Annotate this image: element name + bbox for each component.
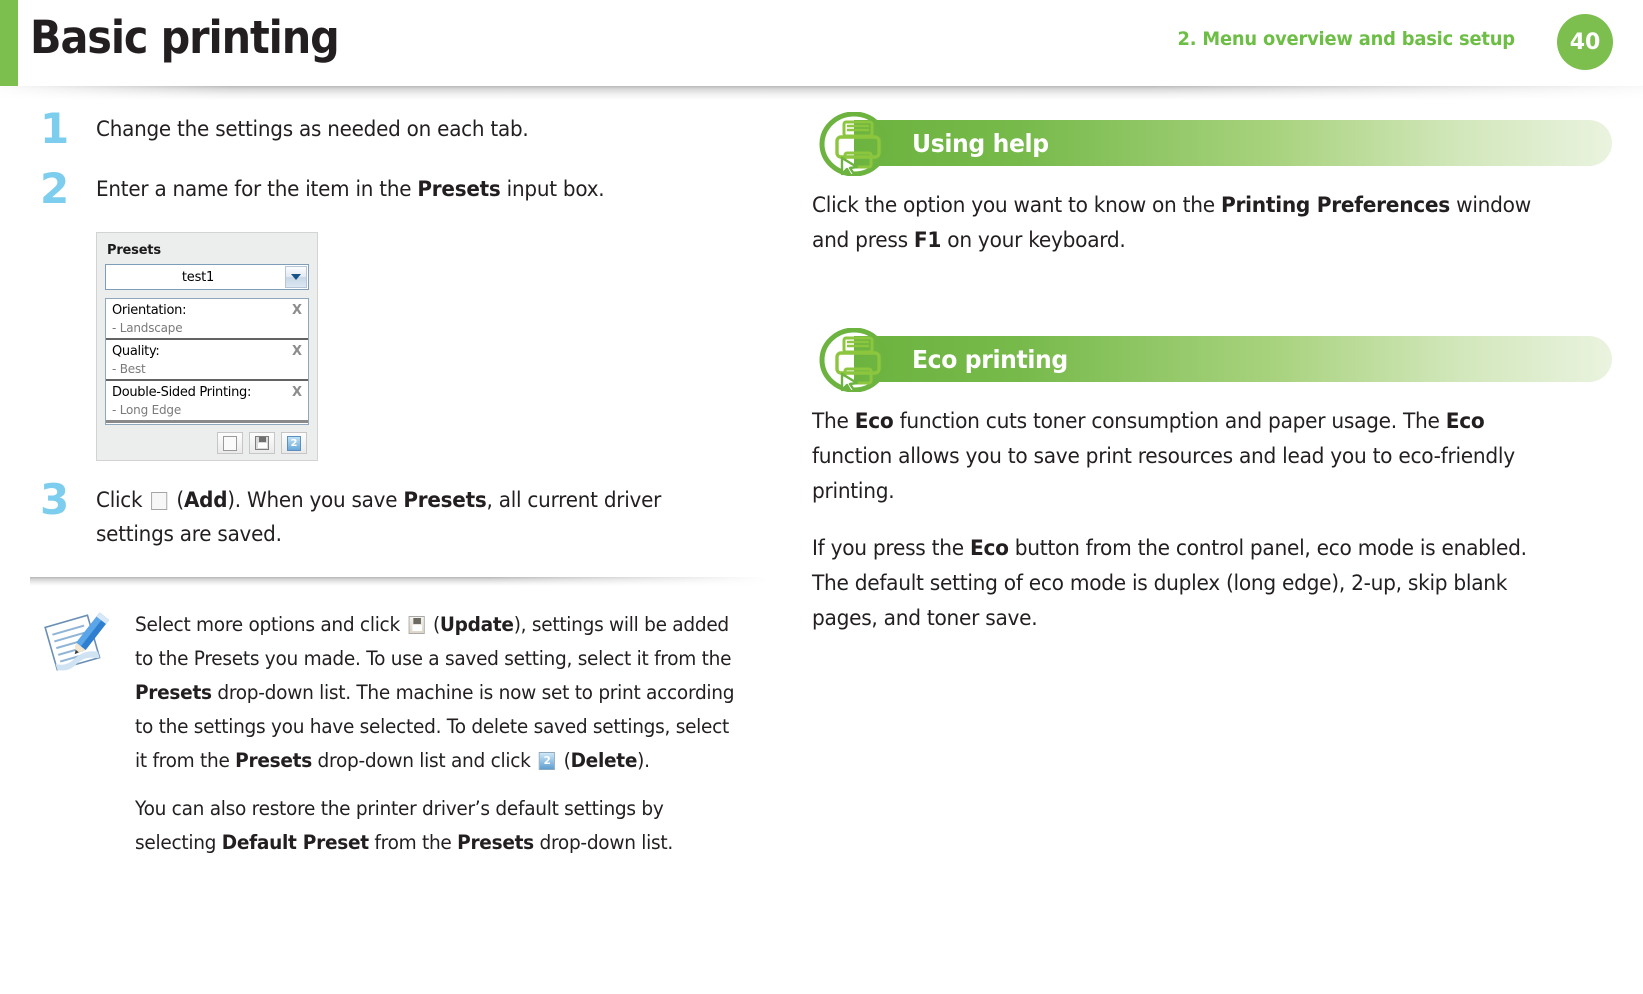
breadcrumb: 2. Menu overview and basic setup [1177,28,1516,50]
body-paragraph: If you press the Eco button from the con… [812,536,1527,630]
step-3: 3 Click (Add). When you save Presets, al… [30,479,775,551]
section-header-eco-printing: Eco printing [812,327,1612,394]
note-pencil-icon [42,608,120,672]
remove-icon[interactable]: X [292,344,302,359]
note-block: Select more options and click (Update), … [30,586,775,860]
right-column: Using help Click the option you want to … [812,111,1612,658]
remove-icon[interactable]: X [292,303,302,318]
note-divider [30,577,768,586]
delete-icon [287,435,301,451]
body-paragraph: The Eco function cuts toner consumption … [812,409,1515,503]
remove-icon[interactable]: X [292,385,302,400]
preset-entry-key: Orientation: [112,303,187,318]
presets-dropdown[interactable]: test1 [105,264,309,290]
preset-entry-key: Double-Sided Printing: [112,385,252,400]
using-help-body: Click the option you want to know on the… [812,188,1542,258]
step-text: Click (Add). When you save Presets, all … [96,488,662,546]
step-2: 2 Enter a name for the item in the Prese… [30,168,775,210]
presets-dialog-buttons [105,432,309,454]
note-paragraph: Select more options and click (Update), … [135,608,743,778]
printer-cursor-icon [818,111,890,178]
note-paragraph: You can also restore the printer driver’… [135,797,673,854]
add-button[interactable] [217,432,243,454]
step-number: 3 [40,475,70,524]
update-icon [408,616,425,634]
eco-printing-body: The Eco function cuts toner consumption … [812,404,1542,636]
chevron-down-icon[interactable] [285,266,307,288]
preset-entry: Double-Sided Printing: X - Long Edge [106,381,308,423]
update-icon [255,436,269,450]
page-title: Basic printing [30,11,340,64]
presets-label: Presets [107,243,161,258]
preset-entry-value: - Landscape [112,321,183,335]
add-icon [223,435,237,451]
preset-entry-value: - Long Edge [112,403,181,417]
body-paragraph: Click the option you want to know on the… [812,193,1531,252]
left-column: 1 Change the settings as needed on each … [30,108,775,874]
presets-selected-value: test1 [181,269,215,285]
add-icon [151,492,168,510]
page-number-badge: 40 [1557,14,1613,70]
header-divider [0,86,1643,100]
section-title: Eco printing [912,345,1068,374]
delete-icon [539,752,556,770]
step-number: 2 [40,164,70,213]
preset-entry: Quality: X - Best [106,340,308,381]
printer-cursor-icon [818,327,890,394]
update-button[interactable] [249,432,275,454]
header-accent-tab [0,0,18,86]
presets-dialog-screenshot: Presets test1 Orientation: X - Landscape… [96,232,318,461]
step-text: Enter a name for the item in the Presets… [96,177,605,201]
preset-entry: Orientation: X - Landscape [106,299,308,340]
preset-entry-value: - Best [112,362,146,376]
note-text: Select more options and click (Update), … [135,608,743,860]
preset-entry-key: Quality: [112,344,160,359]
section-title: Using help [912,129,1049,158]
section-header-using-help: Using help [812,111,1612,178]
delete-button[interactable] [281,432,307,454]
step-text: Change the settings as needed on each ta… [96,117,529,141]
page-header: Basic printing 2. Menu overview and basi… [0,0,1643,100]
step-number: 1 [40,104,70,153]
step-1: 1 Change the settings as needed on each … [30,108,775,150]
presets-entry-list: Orientation: X - Landscape Quality: X - … [105,298,309,425]
